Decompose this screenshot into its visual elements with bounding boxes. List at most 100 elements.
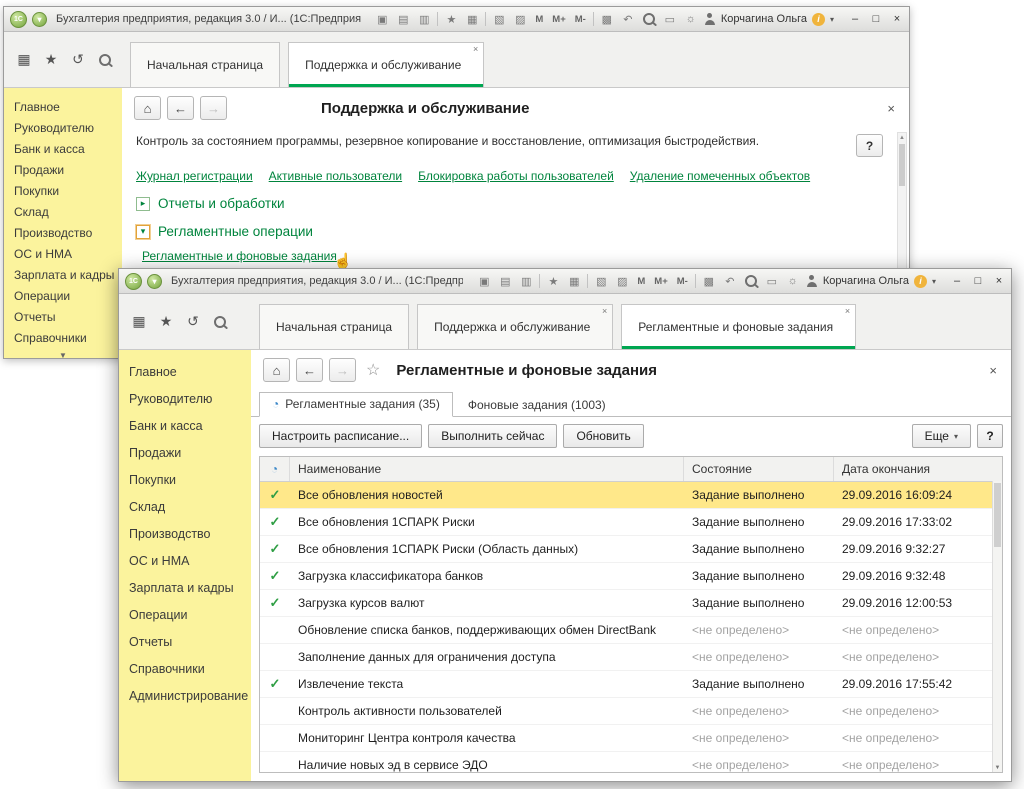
undo-icon[interactable]: ↶	[722, 273, 738, 289]
tab-support[interactable]: Поддержка и обслуживание ×	[288, 42, 484, 87]
history-icon[interactable]: ↺	[70, 52, 86, 68]
memory-minus-button[interactable]: М-	[573, 14, 588, 25]
sidebar-scroll-down-icon[interactable]: ▼	[4, 351, 122, 358]
print-icon[interactable]: ▤	[395, 11, 411, 27]
search-icon[interactable]	[97, 52, 113, 68]
calendar-icon[interactable]: ▧	[593, 273, 609, 289]
favorites-icon[interactable]: ★	[158, 314, 174, 330]
refresh-button[interactable]: Обновить	[563, 424, 643, 448]
sidebar-item-zarplata-i-kadry[interactable]: Зарплата и кадры	[119, 574, 251, 601]
more-button[interactable]: Еще ▾	[912, 424, 971, 448]
favorites-icon[interactable]: ★	[443, 11, 459, 27]
main-sections-icon[interactable]: ▦	[131, 314, 147, 330]
favorites-icon[interactable]: ★	[43, 52, 59, 68]
search-icon[interactable]	[212, 314, 228, 330]
info-icon[interactable]: i	[812, 13, 825, 26]
sidebar-item-prodazhi[interactable]: Продажи	[4, 159, 122, 180]
maximize-button[interactable]: □	[972, 275, 984, 287]
table-row[interactable]: Обновление списка банков, поддерживающих…	[260, 617, 1002, 644]
sidebar-item-rukovoditelyu[interactable]: Руководителю	[4, 117, 122, 138]
section-reports-title[interactable]: Отчеты и обработки	[158, 196, 285, 211]
table-row[interactable]: Наличие новых эд в сервисе ЭДО <не опред…	[260, 752, 1002, 773]
table-row[interactable]: ✓ Извлечение текста Задание выполнено 29…	[260, 671, 1002, 698]
sidebar-item-otchety[interactable]: Отчеты	[119, 628, 251, 655]
sidebar-item-operacii[interactable]: Операции	[119, 601, 251, 628]
ideas-icon[interactable]: ☼	[785, 273, 801, 289]
sidebar-item-bank-i-kassa[interactable]: Банк и касса	[4, 138, 122, 159]
tab-start-page[interactable]: Начальная страница	[259, 304, 409, 349]
maximize-button[interactable]: □	[870, 13, 882, 25]
scrollbar-thumb[interactable]	[899, 144, 905, 186]
home-button[interactable]: ⌂	[263, 358, 290, 382]
sidebar-item-sklad[interactable]: Склад	[119, 493, 251, 520]
table-row[interactable]: Мониторинг Центра контроля качества <не …	[260, 725, 1002, 752]
save-icon[interactable]: ▣	[476, 273, 492, 289]
sidebar-item-prodazhi[interactable]: Продажи	[119, 439, 251, 466]
calendar-icon[interactable]: ▧	[491, 11, 507, 27]
table-row[interactable]: ✓ Загрузка курсов валют Задание выполнен…	[260, 590, 1002, 617]
state-column-header[interactable]: Состояние	[684, 457, 834, 481]
sidebar-item-proizvodstvo[interactable]: Производство	[119, 520, 251, 547]
user-name[interactable]: Корчагина Ольга	[823, 275, 909, 287]
scrollbar-thumb[interactable]	[994, 483, 1001, 547]
sidebar-item-glavnoe[interactable]: Главное	[119, 358, 251, 385]
minimize-button[interactable]: –	[849, 13, 861, 25]
panel-icon[interactable]: ▭	[764, 273, 780, 289]
sidebar-item-administrirovanie[interactable]: Администрирование	[119, 682, 251, 709]
print-preview-icon[interactable]: ▥	[518, 273, 534, 289]
copy-icon[interactable]: ▩	[599, 11, 615, 27]
table-row[interactable]: ✓ Все обновления 1СПАРК Риски (Область д…	[260, 536, 1002, 563]
sidebar-item-zarplata-i-kadry[interactable]: Зарплата и кадры	[4, 264, 122, 285]
expand-icon[interactable]: ▸	[136, 197, 150, 211]
ideas-icon[interactable]: ☼	[683, 11, 699, 27]
delete-marked-objects-link[interactable]: Удаление помеченных объектов	[630, 169, 810, 183]
forward-button[interactable]: →	[329, 358, 356, 382]
user-name[interactable]: Корчагина Ольга	[721, 13, 807, 25]
setup-schedule-button[interactable]: Настроить расписание...	[259, 424, 422, 448]
home-button[interactable]: ⌂	[134, 96, 161, 120]
scroll-down-icon[interactable]: ▼	[993, 765, 1002, 771]
sidebar-item-pokupki[interactable]: Покупки	[119, 466, 251, 493]
subtab-scheduled-jobs[interactable]: ◔ Регламентные задания (35)	[259, 392, 453, 417]
print-preview-icon[interactable]: ▥	[416, 11, 432, 27]
main-menu-arrow-button[interactable]: ▾	[32, 12, 47, 27]
sidebar-item-pokupki[interactable]: Покупки	[4, 180, 122, 201]
sidebar-item-rukovoditelyu[interactable]: Руководителю	[119, 385, 251, 412]
forward-button[interactable]: →	[200, 96, 227, 120]
sidebar-item-sklad[interactable]: Склад	[4, 201, 122, 222]
subtab-background-jobs[interactable]: Фоновые задания (1003)	[455, 393, 619, 417]
sidebar-item-spravochniki[interactable]: Справочники	[119, 655, 251, 682]
section-scheduled-title[interactable]: Регламентные операции	[158, 224, 313, 239]
sidebar-item-proizvodstvo[interactable]: Производство	[4, 222, 122, 243]
user-menu-chevron-icon[interactable]: ▾	[830, 15, 834, 24]
tab-close-icon[interactable]: ×	[473, 44, 478, 54]
search-icon[interactable]	[743, 273, 759, 289]
tab-close-icon[interactable]: ×	[845, 306, 850, 316]
sidebar-item-os-i-nma[interactable]: ОС и НМА	[119, 547, 251, 574]
sidebar-item-bank-i-kassa[interactable]: Банк и касса	[119, 412, 251, 439]
sidebar-item-spravochniki[interactable]: Справочники	[4, 327, 122, 348]
main-menu-arrow-button[interactable]: ▾	[147, 274, 162, 289]
table-row[interactable]: Контроль активности пользователей <не оп…	[260, 698, 1002, 725]
table-row[interactable]: ✓ Все обновления новостей Задание выполн…	[260, 482, 1002, 509]
run-now-button[interactable]: Выполнить сейчас	[428, 424, 557, 448]
status-column-header[interactable]: ◔	[260, 457, 290, 481]
undo-icon[interactable]: ↶	[620, 11, 636, 27]
sidebar-item-glavnoe[interactable]: Главное	[4, 96, 122, 117]
memory-plus-button[interactable]: М+	[652, 276, 669, 287]
table-row[interactable]: Заполнение данных для ограничения доступ…	[260, 644, 1002, 671]
minimize-button[interactable]: –	[951, 275, 963, 287]
main-sections-icon[interactable]: ▦	[16, 52, 32, 68]
favorites-icon[interactable]: ★	[545, 273, 561, 289]
copy-icon[interactable]: ▩	[701, 273, 717, 289]
tab-start-page[interactable]: Начальная страница	[130, 42, 280, 87]
tab-close-icon[interactable]: ×	[602, 306, 607, 316]
history-icon[interactable]: ↺	[185, 314, 201, 330]
main-menu-button[interactable]: 1С	[125, 273, 142, 290]
scroll-up-icon[interactable]: ▲	[898, 133, 906, 141]
memory-recall-button[interactable]: М	[635, 276, 647, 287]
close-form-icon[interactable]: ×	[989, 363, 999, 378]
date-column-header[interactable]: Дата окончания	[834, 457, 1002, 481]
close-button[interactable]: ×	[891, 13, 903, 25]
back-button[interactable]: ←	[296, 358, 323, 382]
